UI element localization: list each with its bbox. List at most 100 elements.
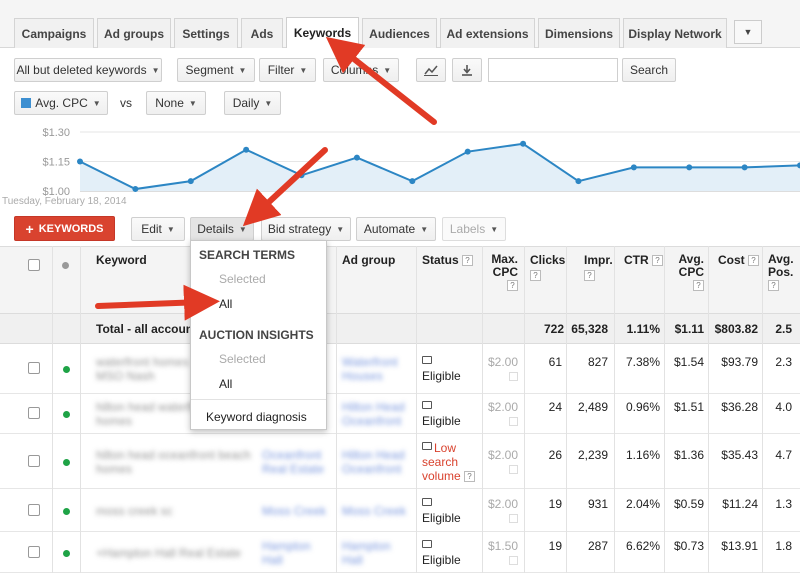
row-checkbox[interactable]	[28, 407, 40, 419]
ad-group-link[interactable]: Hilton Head Oceanfront	[342, 400, 405, 428]
max-cpc-cell[interactable]: $2.00	[484, 497, 518, 525]
tab-campaigns[interactable]: Campaigns	[14, 18, 94, 48]
search-button[interactable]: Search	[622, 58, 676, 82]
keyword-status-filter[interactable]: All but deleted keywords ▼	[14, 58, 162, 82]
ad-group-link[interactable]: Waterfront Houses	[342, 355, 398, 383]
data-point[interactable]	[353, 154, 360, 161]
granularity-select[interactable]: Daily ▼	[224, 91, 281, 115]
enabled-status-dot	[63, 459, 70, 466]
data-point[interactable]	[464, 148, 471, 155]
edit-button[interactable]: Edit ▼	[131, 217, 185, 241]
header-cost[interactable]: Cost ?	[718, 253, 760, 267]
columns-button[interactable]: Columns ▼	[323, 58, 399, 82]
automate-label: Automate	[363, 222, 416, 236]
edit-bid-icon[interactable]	[509, 417, 518, 426]
header-clicks[interactable]: Clicks?	[530, 253, 565, 283]
tab-display-network[interactable]: Display Network	[623, 18, 727, 48]
data-point[interactable]	[243, 146, 250, 153]
cost-cell: $35.43	[721, 448, 758, 462]
select-all-checkbox[interactable]	[28, 259, 40, 271]
menu-search-terms-selected[interactable]: Selected	[219, 272, 266, 286]
header-ctr[interactable]: CTR ?	[624, 253, 664, 267]
keyword-text[interactable]: hilton head oceanfront beach homes	[96, 448, 251, 476]
menu-auction-insights-all[interactable]: All	[219, 377, 232, 391]
row-checkbox[interactable]	[28, 455, 40, 467]
menu-search-terms-all[interactable]: All	[219, 297, 232, 311]
row-checkbox[interactable]	[28, 504, 40, 516]
help-icon[interactable]: ?	[462, 255, 474, 267]
data-point[interactable]	[409, 178, 416, 185]
help-icon[interactable]: ?	[507, 280, 518, 292]
tab-ad-groups[interactable]: Ad groups	[97, 18, 171, 48]
menu-auction-insights-selected[interactable]: Selected	[219, 352, 266, 366]
data-point[interactable]	[741, 164, 748, 171]
ad-group-link[interactable]: Moss Creek	[342, 504, 406, 518]
row-checkbox[interactable]	[28, 362, 40, 374]
tab-keywords[interactable]: Keywords	[286, 17, 359, 48]
campaign-link[interactable]: Hampton Hall	[262, 539, 311, 567]
max-cpc-cell[interactable]: $2.00	[484, 355, 518, 383]
data-point[interactable]	[77, 158, 83, 165]
help-icon[interactable]: ?	[464, 471, 476, 483]
speech-bubble-icon[interactable]	[422, 540, 432, 548]
help-icon[interactable]: ?	[768, 280, 779, 292]
campaign-link[interactable]: Moss Creek	[262, 504, 326, 518]
header-avg-cpc[interactable]: Avg. CPC ?	[674, 253, 704, 292]
chart-toggle-button[interactable]	[416, 58, 446, 82]
data-point[interactable]	[520, 140, 527, 147]
help-icon[interactable]: ?	[693, 280, 704, 292]
data-point[interactable]	[630, 164, 637, 171]
data-point[interactable]	[132, 186, 139, 193]
help-icon[interactable]: ?	[652, 255, 664, 267]
data-point[interactable]	[575, 178, 582, 185]
speech-bubble-icon[interactable]	[422, 442, 432, 450]
data-point[interactable]	[187, 178, 194, 185]
filter-button[interactable]: Filter ▼	[259, 58, 316, 82]
speech-bubble-icon[interactable]	[422, 401, 432, 409]
keyword-text[interactable]: +Hampton Hall Real Estate	[96, 546, 241, 560]
header-avg-pos[interactable]: Avg. Pos. ?	[768, 253, 798, 292]
details-button[interactable]: Details ▼	[190, 217, 254, 241]
ad-group-link[interactable]: Hampton Hall	[342, 539, 391, 567]
help-icon[interactable]: ?	[584, 270, 595, 282]
download-button[interactable]	[452, 58, 482, 82]
max-cpc-cell[interactable]: $2.00	[484, 448, 518, 476]
header-max-cpc[interactable]: Max. CPC?	[486, 253, 518, 292]
help-icon[interactable]: ?	[748, 255, 760, 267]
tab-dimensions[interactable]: Dimensions	[538, 18, 620, 48]
header-status[interactable]: Status ?	[422, 253, 474, 267]
edit-bid-icon[interactable]	[509, 465, 518, 474]
ad-group-link[interactable]: Hilton Head Oceanfront	[342, 448, 405, 476]
edit-bid-icon[interactable]	[509, 514, 518, 523]
header-ad-group[interactable]: Ad group	[342, 253, 395, 267]
metric2-select[interactable]: None ▼	[146, 91, 206, 115]
help-icon[interactable]: ?	[530, 270, 541, 282]
bid-strategy-button[interactable]: Bid strategy ▼	[261, 217, 351, 241]
max-cpc-cell[interactable]: $2.00	[484, 400, 518, 428]
menu-keyword-diagnosis[interactable]: Keyword diagnosis	[206, 410, 307, 424]
keyword-text[interactable]: moss creek sc	[96, 504, 173, 518]
search-input[interactable]	[488, 58, 618, 82]
more-tabs-button[interactable]: ▼	[734, 20, 762, 44]
tab-audiences[interactable]: Audiences	[362, 18, 437, 48]
speech-bubble-icon[interactable]	[422, 498, 432, 506]
header-impr[interactable]: Impr.?	[584, 253, 613, 283]
edit-bid-icon[interactable]	[509, 372, 518, 381]
keyword-text[interactable]: waterfront homes MSO Nash	[96, 355, 189, 383]
automate-button[interactable]: Automate ▼	[356, 217, 436, 241]
speech-bubble-icon[interactable]	[422, 356, 432, 364]
tab-settings[interactable]: Settings	[174, 18, 238, 48]
metric1-select[interactable]: Avg. CPC ▼	[14, 91, 108, 115]
data-point[interactable]	[686, 164, 693, 171]
tab-ad-extensions[interactable]: Ad extensions	[440, 18, 535, 48]
edit-bid-icon[interactable]	[509, 556, 518, 565]
campaign-link[interactable]: Oceanfront Real Estate	[262, 448, 324, 476]
data-point[interactable]	[298, 172, 305, 179]
tab-ads[interactable]: Ads	[241, 18, 283, 48]
segment-button[interactable]: Segment ▼	[177, 58, 255, 82]
header-keyword[interactable]: Keyword	[96, 253, 147, 267]
labels-button[interactable]: Labels ▼	[442, 217, 506, 241]
max-cpc-cell[interactable]: $1.50	[484, 539, 518, 567]
add-keywords-button[interactable]: + KEYWORDS	[14, 216, 115, 241]
row-checkbox[interactable]	[28, 546, 40, 558]
